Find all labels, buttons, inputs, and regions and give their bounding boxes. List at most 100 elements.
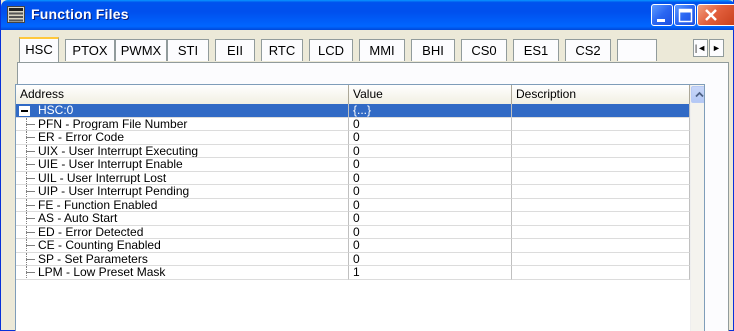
table-row[interactable]: UIL - User Interrupt Lost 0 [16,171,690,185]
tab-pwmx[interactable]: PWMX [115,39,167,61]
description-cell[interactable] [512,171,690,185]
address-cell[interactable]: ED - Error Detected [16,225,349,239]
value-cell[interactable]: 0 [349,131,512,145]
table-row[interactable]: ER - Error Code 0 [16,131,690,145]
tree-branch [26,258,35,260]
tab-bhi[interactable]: BHI [411,39,455,61]
value-cell[interactable]: 0 [349,117,512,131]
tree-branch [26,191,35,192]
maximize-icon [678,8,693,23]
address-cell[interactable]: UIL - User Interrupt Lost [16,171,349,185]
tree-branch [26,218,35,219]
description-cell[interactable] [512,185,690,199]
description-cell[interactable] [512,144,690,158]
tab-cs0[interactable]: CS0 [461,39,507,61]
value-cell[interactable]: 0 [349,144,512,158]
column-header-description[interactable]: Description [512,85,690,104]
address-text: UIX - User Interrupt Executing [38,144,199,158]
table-row[interactable]: FE - Function Enabled 0 [16,198,690,212]
tab-hsc[interactable]: HSC [19,37,59,62]
description-cell[interactable] [512,117,690,131]
close-button[interactable] [697,4,734,26]
tab-eii[interactable]: EII [215,39,255,61]
table-row[interactable]: PFN - Program File Number 0 [16,117,690,131]
value-cell[interactable]: 1 [349,266,512,280]
minimize-button[interactable] [651,4,673,26]
description-cell[interactable] [512,266,690,280]
function-file-grid[interactable]: Address Value Description HSC:0 {...} PF… [15,84,705,331]
tab-rtc[interactable]: RTC [261,39,303,61]
table-row[interactable]: ED - Error Detected 0 [16,225,690,239]
address-text: FE - Function Enabled [38,198,158,212]
value-cell[interactable]: 0 [349,158,512,172]
address-cell[interactable]: UIE - User Interrupt Enable [16,158,349,172]
address-cell[interactable]: UIX - User Interrupt Executing [16,144,349,158]
description-cell[interactable] [512,252,690,266]
address-cell[interactable]: PFN - Program File Number [16,117,349,131]
description-cell[interactable] [512,104,690,118]
column-header-address[interactable]: Address [16,85,349,104]
tab-lcd[interactable]: LCD [309,39,353,61]
scroll-up-button[interactable] [691,86,704,103]
address-cell[interactable]: CE - Counting Enabled [16,239,349,253]
table-row[interactable]: CE - Counting Enabled 0 [16,239,690,253]
address-cell[interactable]: LPM - Low Preset Mask [16,266,349,280]
description-cell[interactable] [512,158,690,172]
table-row[interactable]: AS - Auto Start 0 [16,212,690,226]
tab-label: CS0 [471,43,497,58]
address-cell[interactable]: FE - Function Enabled [16,198,349,212]
tree-branch [26,231,35,233]
tab-label: BHI [422,43,444,58]
address-cell[interactable]: AS - Auto Start [16,212,349,226]
address-cell[interactable]: SP - Set Parameters [16,252,349,266]
tab-scroll-buttons: |◄ ► [693,39,725,59]
description-cell[interactable] [512,131,690,145]
collapse-icon[interactable] [19,106,30,116]
table-row[interactable]: UIE - User Interrupt Enable 0 [16,158,690,172]
tab-scroll-left-icon[interactable]: |◄ [693,39,708,57]
address-text: UIE - User Interrupt Enable [38,158,183,171]
tree-branch [26,150,35,152]
column-header-value[interactable]: Value [349,85,512,104]
tab-scroll-right-icon[interactable]: ► [709,39,724,57]
description-cell[interactable] [512,212,690,226]
table-row[interactable]: UIP - User Interrupt Pending 0 [16,185,690,199]
value-cell[interactable]: 0 [349,171,512,185]
value-cell[interactable]: 0 [349,252,512,266]
vertical-scrollbar[interactable] [690,85,704,331]
tab-ptox[interactable]: PTOX [65,39,115,61]
value-cell[interactable]: 0 [349,239,512,253]
address-text: SP - Set Parameters [38,252,148,266]
tab-partial[interactable] [617,39,657,61]
tab-label: STI [177,43,199,58]
tab-es1[interactable]: ES1 [513,39,559,61]
tree-branch [26,164,35,165]
address-cell[interactable]: UIP - User Interrupt Pending [16,185,349,199]
tab-label: EII [227,43,243,58]
address-cell[interactable]: HSC:0 [16,104,349,118]
value-cell[interactable]: 0 [349,212,512,226]
maximize-button[interactable] [674,4,696,26]
description-cell[interactable] [512,239,690,253]
value-cell[interactable]: 0 [349,225,512,239]
tab-label: ES1 [523,43,549,58]
grid-header: Address Value Description [16,85,704,104]
tab-sti[interactable]: STI [167,39,209,61]
table-row[interactable]: HSC:0 {...} [16,104,690,118]
window-title: Function Files [31,6,129,22]
chevron-up-icon [695,91,704,98]
address-cell[interactable]: ER - Error Code [16,131,349,145]
table-row[interactable]: SP - Set Parameters 0 [16,252,690,266]
tab-mmi[interactable]: MMI [359,39,405,61]
description-cell[interactable] [512,225,690,239]
value-cell[interactable]: 0 [349,198,512,212]
table-row[interactable]: LPM - Low Preset Mask 1 [16,266,690,280]
title-bar[interactable]: Function Files [1,0,734,30]
function-files-icon [7,6,25,23]
description-cell[interactable] [512,198,690,212]
tab-cs2[interactable]: CS2 [565,39,611,61]
address-text: ER - Error Code [38,131,125,144]
value-cell[interactable]: {...} [349,104,512,118]
value-cell[interactable]: 0 [349,185,512,199]
table-row[interactable]: UIX - User Interrupt Executing 0 [16,144,690,158]
